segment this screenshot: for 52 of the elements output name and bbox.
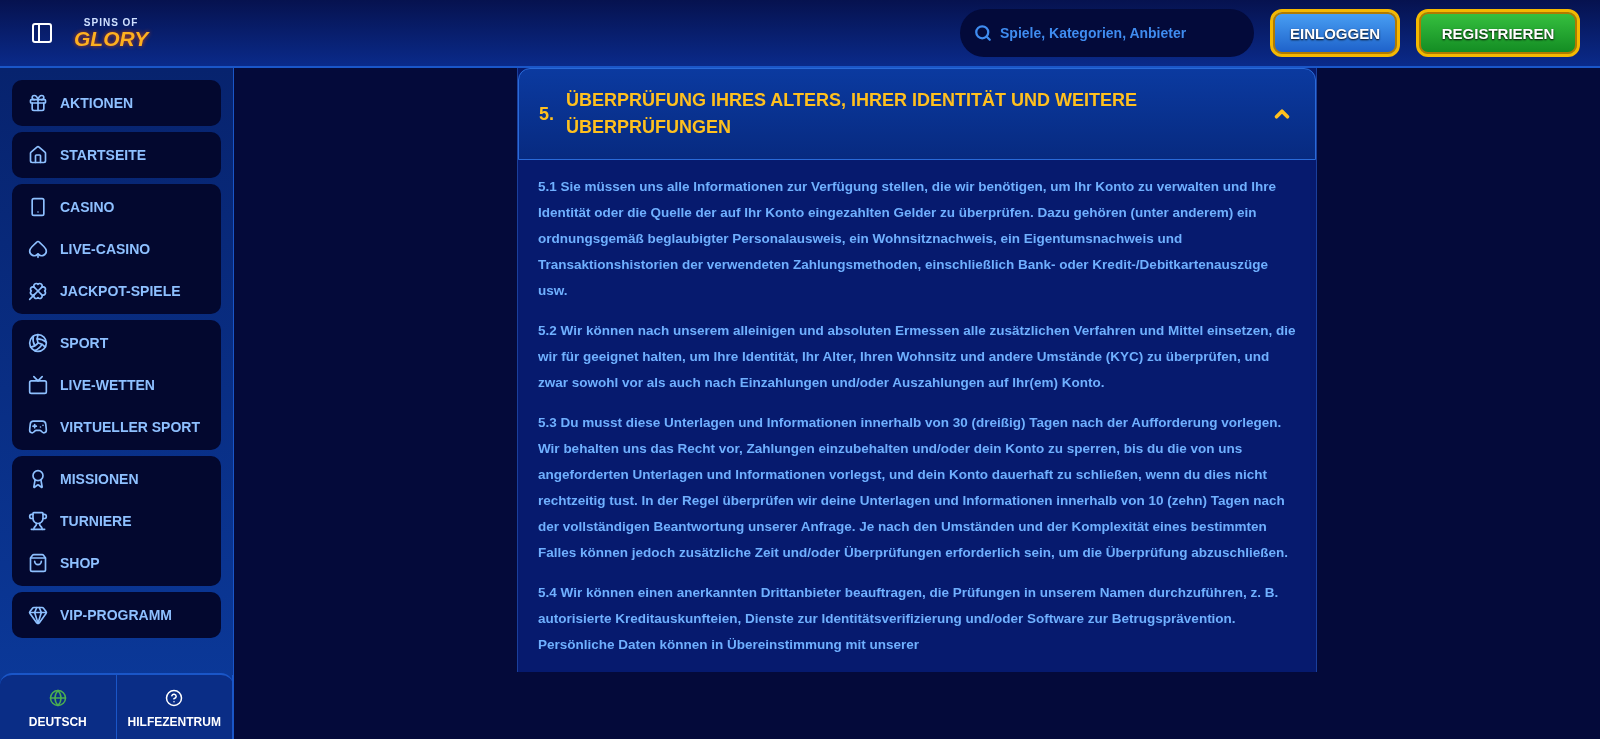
nav-item[interactable]: SHOP [12,542,217,584]
search-icon [974,24,992,42]
nav-item[interactable]: CASINO [12,186,217,228]
nav-icon [28,93,48,113]
nav-icon [28,375,48,395]
nav-label: SHOP [60,554,100,572]
nav-item[interactable]: AKTIONEN [12,82,217,124]
logo-text: GLORY [74,27,149,49]
nav-label: LIVE-WETTEN [60,376,155,394]
nav-icon [28,197,48,217]
globe-icon [48,689,67,707]
nav-item[interactable]: LIVE-WETTEN [12,364,217,406]
terms-paragraph: 5.4 Wir können einen anerkannten Drittanbieter beauftragen, die Prüfungen in unserem Namen durchzuführen, z. B. autorisierte Kreditauskunfteien, Dienste zur Identitätsverifizierung und/oder Software zur Betrugsprävention. Persönliche Daten können in Übereinstimmung mit unserer [538,584,1280,654]
nav-label: MISSIONEN [60,470,139,488]
sidebar-toggle-icon[interactable] [30,21,54,45]
terms-paragraph: 5.1 Sie müssen uns alle Informationen zur Verfügung stellen, die wir benötigen, um Ihr Konto zu verwalten und Ihre Identität oder die Quelle der auf Ihr Konto eingezahlten Gelder zu überprüfen. Dazu gehören (unter anderem) ein ordnungsgemäß beglaubigter Personalausweis, ein Wohnsitznachweis, ein Eigentumsnachweis und Transaktionshistorien der verwendeten Zahlungsmethoden, einschließlich Bank- oder Kredit-/Debitkartenauszüge usw. [538,178,1278,300]
search-field[interactable]: Spiele, Kategorien, Anbieter [960,9,1254,57]
nav-item[interactable]: JACKPOT-SPIELE [12,270,217,312]
nav-label: STARTSEITE [60,146,147,164]
terms-paragraph: 5.3 Du musst diese Unterlagen und Informationen innerhalb von 30 (dreißig) Tagen nach der Aufforderung vorlegen. Wir behalten uns das Recht vor, Zahlungen einzubehalten und/oder dein Konto zu sperren, bis du die von uns angeforderten Unterlagen und Informationen vorlegst, und dein Konto dauerhaft zu schließen, wenn du dies nicht rechtzeitig tust. In der Regel überprüfen wir deine Unterlagen und Informationen innerhalb von 10 (zehn) Tagen nach der vollständigen Beantwortung unserer Anfrage. Je nach den Umständen und der Komplexität eines bestimmten Falles können jedoch zusätzliche Zeit und/oder Überprüfungen erforderlich sein, um die Überprüfung abzuschließen. [538,414,1290,562]
section-title: ÜBERPRÜFUNG IHRES ALTERS, IHRER IDENTITÄT UND WEITERE ÜBERPRÜFUNGEN [566,89,1139,139]
nav-item[interactable]: LIVE-CASINO [12,228,217,270]
nav-label: AKTIONEN [60,94,134,112]
nav-item[interactable]: VIRTUELLER SPORT [12,406,217,448]
nav-icon [28,333,48,353]
nav-label: LIVE-CASINO [60,240,151,258]
nav-label: SPORT [60,334,109,352]
nav-label: CASINO [60,198,115,216]
section-number: 5. [539,103,554,125]
nav-label: VIRTUELLER SPORT [60,418,200,436]
nav-item[interactable]: TURNIERE [12,500,217,542]
nav-icon [28,239,48,259]
help-button[interactable]: HILFEZENTRUM [116,675,233,739]
nav-item[interactable]: SPORT [12,322,217,364]
nav-icon [28,511,48,531]
nav-icon [28,281,48,301]
terms-paragraph: 5.2 Wir können nach unserem alleinigen und absoluten Ermessen alle zusätzlichen Verfahren und Mittel einsetzen, die wir für geeignet halten, um Ihre Identität, Ihr Alter, Ihren Wohnsitz und andere Umstände (KYC) zu überprüfen, und zwar sowohl vor als auch nach Einzahlungen und/oder Auszahlungen auf Ihr(em) Konto. [538,322,1296,392]
language-button[interactable]: DEUTSCH [0,675,117,739]
nav-item[interactable]: VIP-PROGRAMM [12,594,217,636]
login-button[interactable]: EINLOGGEN [1270,9,1400,57]
nav-item[interactable]: STARTSEITE [12,134,217,176]
logo-text: SPINS OF [83,17,139,28]
nav-item[interactable]: MISSIONEN [12,458,217,500]
nav-label: TURNIERE [60,512,132,530]
nav-label: JACKPOT-SPIELE [60,282,181,300]
nav-label: VIP-PROGRAMM [60,606,172,624]
nav-icon [28,605,48,625]
section-header[interactable]: 5. ÜBERPRÜFUNG IHRES ALTERS, IHRER IDENTITÄT UND WEITERE ÜBERPRÜFUNGEN [518,68,1316,160]
nav-icon [28,553,48,573]
nav-icon [28,145,48,165]
nav-icon [28,417,48,437]
help-icon [165,689,184,707]
